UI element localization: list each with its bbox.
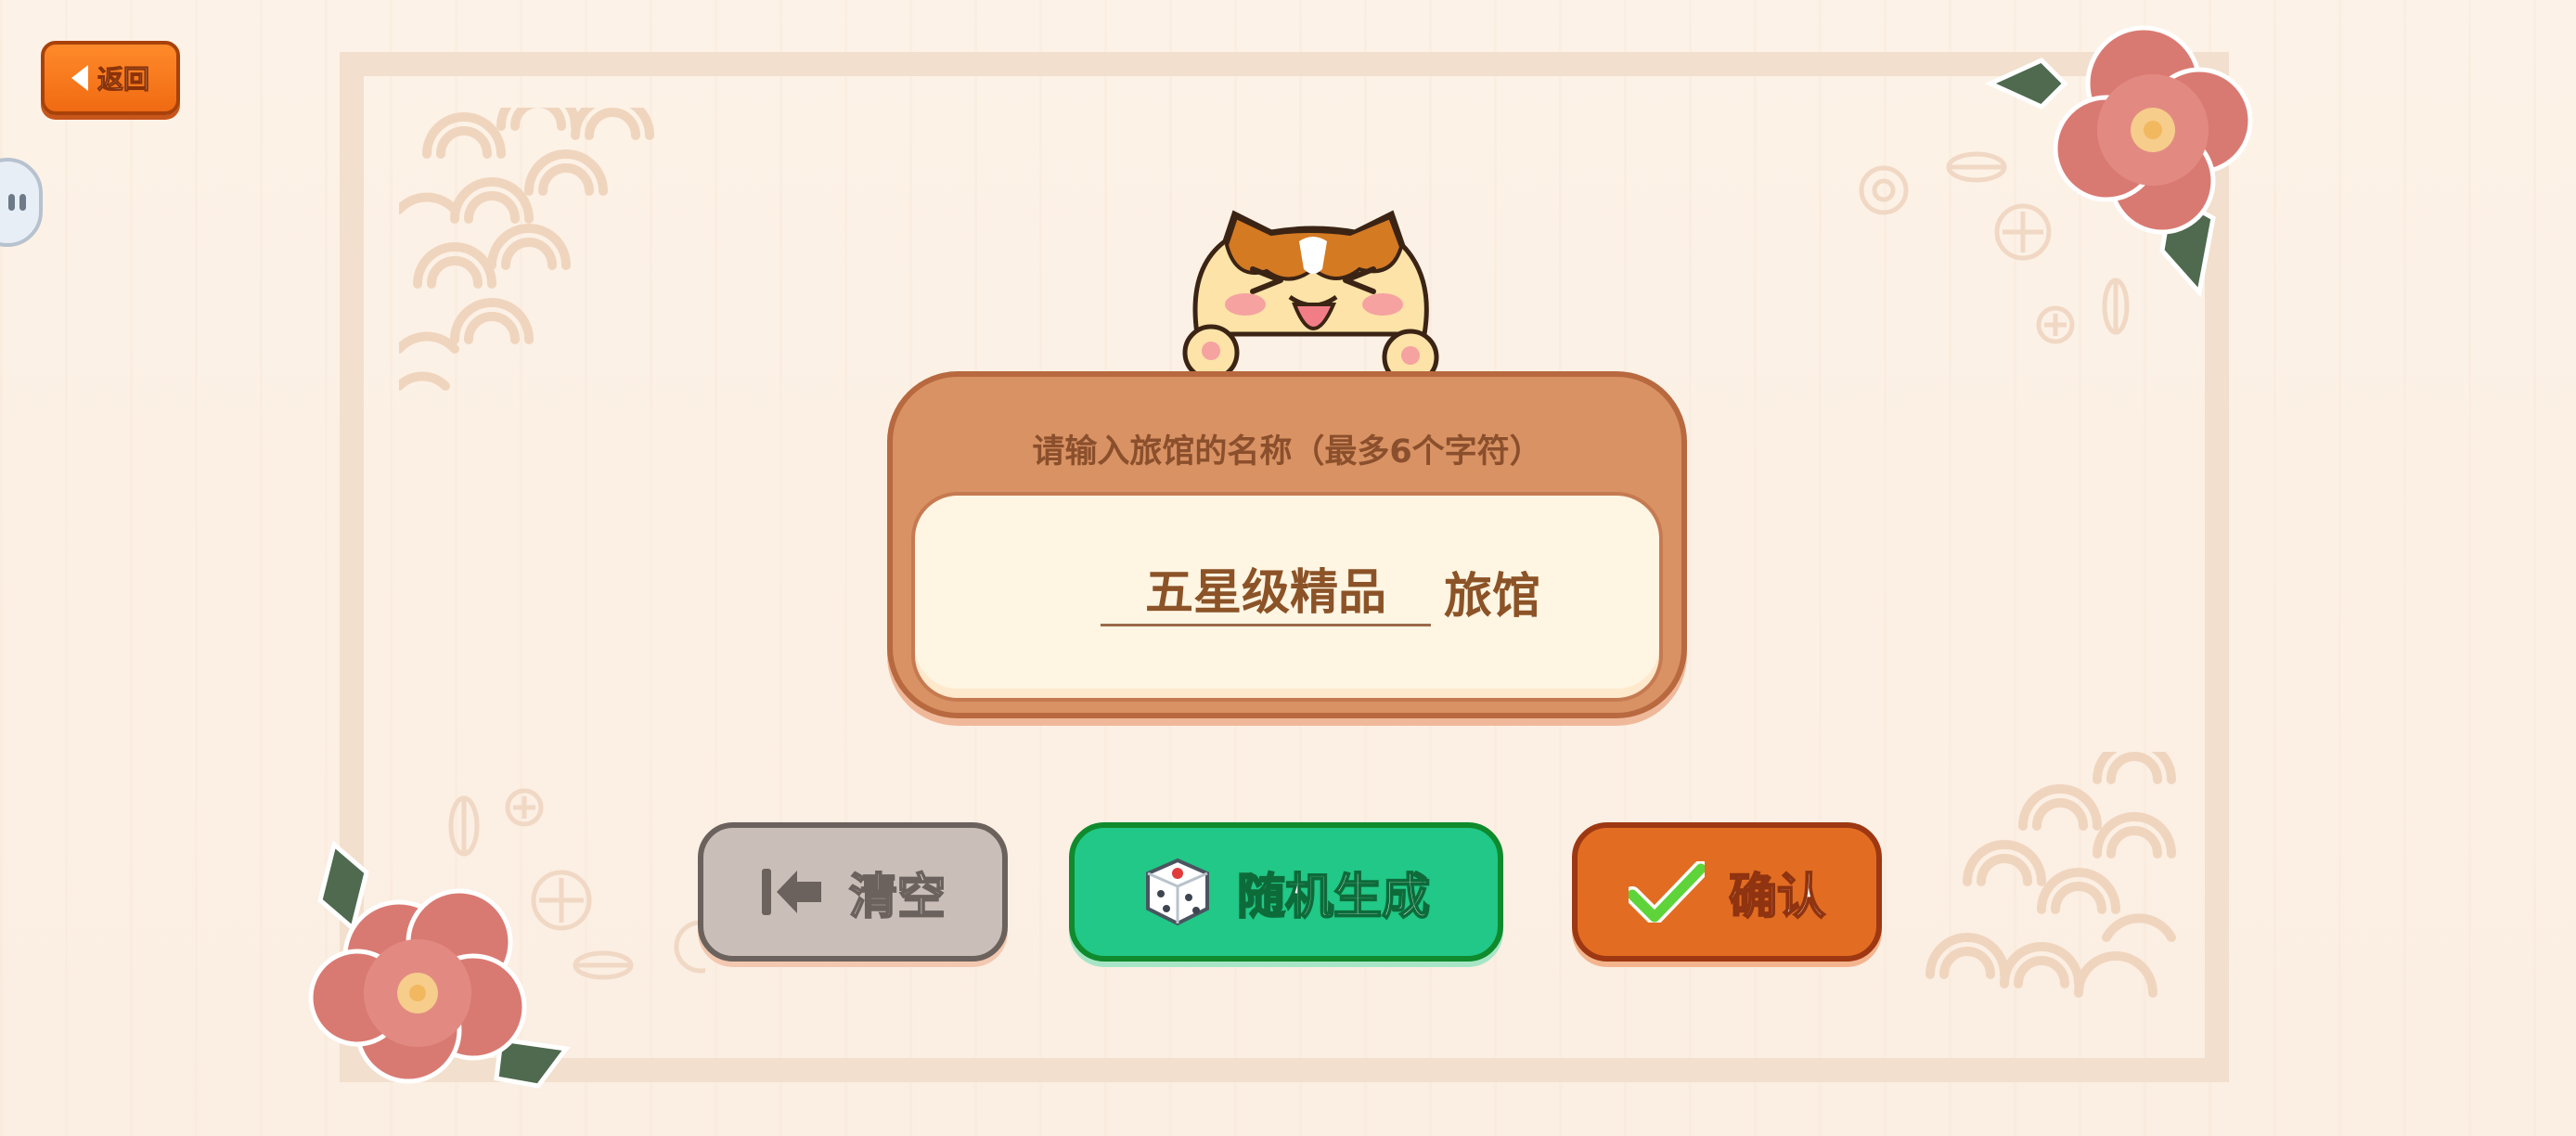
back-button[interactable]: 返回 [41, 41, 180, 115]
confirm-button[interactable]: 确认 [1572, 822, 1882, 962]
cat-mascot [1182, 210, 1439, 381]
handle-eye-left [8, 194, 15, 211]
random-label: 随机生成 [1236, 869, 1431, 926]
dice-icon [1145, 858, 1209, 926]
name-suffix: 旅馆 [1444, 569, 1541, 625]
camellia-flower-bottom-left [308, 840, 571, 1089]
checkmark-icon [1628, 861, 1705, 923]
clear-label: 清空 [848, 869, 947, 926]
clear-button[interactable]: 清空 [698, 822, 1008, 962]
back-label: 返回 [97, 64, 149, 96]
random-generate-button[interactable]: 随机生成 [1069, 822, 1503, 962]
confirm-label: 确认 [1728, 869, 1826, 926]
caret-left-icon [71, 65, 88, 91]
camellia-flower-top-right [1984, 25, 2253, 297]
wave-pattern-bottom-right [1926, 752, 2176, 998]
wave-pattern-top-left [399, 108, 654, 391]
name-input-area: 旅馆 [911, 492, 1663, 702]
dialog-prompt: 请输入旅馆的名称（最多6个字符） [1032, 433, 1542, 471]
hotel-name-dialog: 请输入旅馆的名称（最多6个字符） 旅馆 [887, 371, 1687, 718]
handle-eye-right [19, 194, 26, 211]
backspace-icon [761, 869, 821, 915]
hotel-name-input[interactable] [1101, 551, 1431, 626]
